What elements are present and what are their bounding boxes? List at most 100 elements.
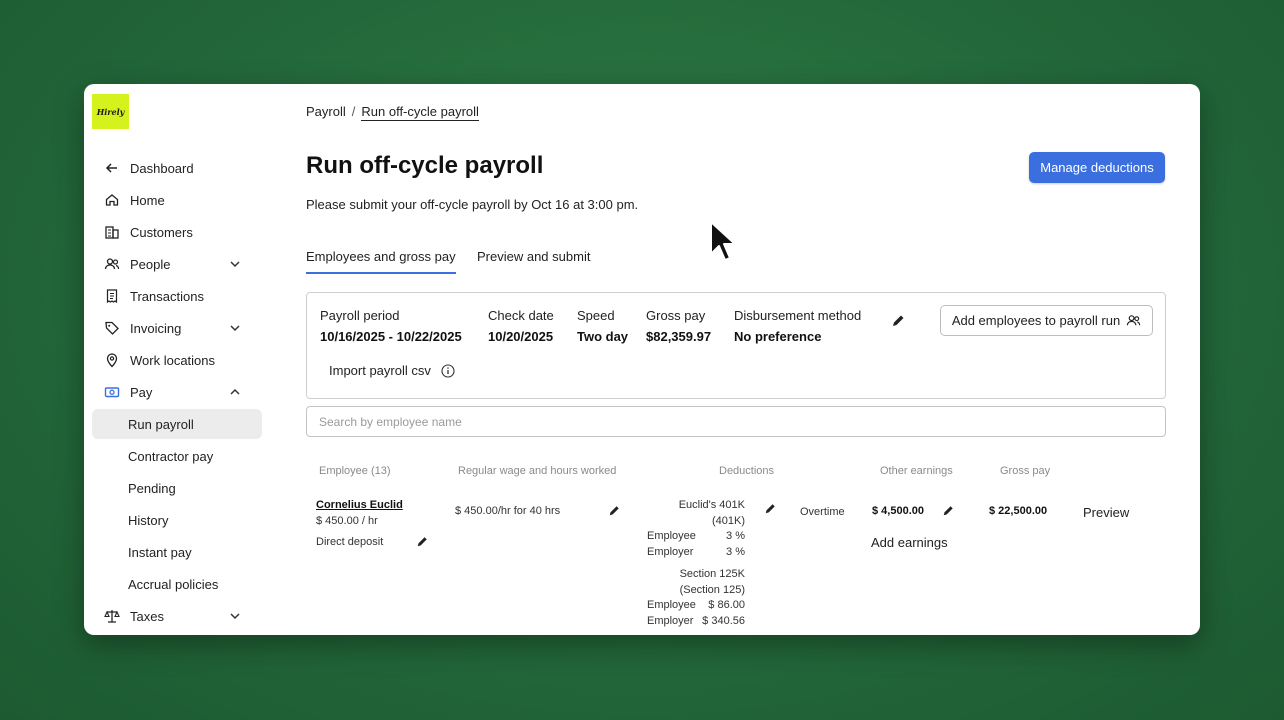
- people-icon: [102, 256, 122, 272]
- chevron-down-icon[interactable]: [228, 257, 242, 271]
- sidebar-item-label: Home: [130, 192, 165, 208]
- app-window: Hirely Dashboard Home Customers People T…: [84, 84, 1200, 635]
- deduction-type: (Section 125): [679, 584, 745, 596]
- sidebar-item-label: Pending: [128, 480, 176, 496]
- earning-amount: $ 4,500.00: [872, 505, 924, 517]
- sidebar-item-instant-pay[interactable]: Instant pay: [92, 537, 262, 567]
- people-icon: [1126, 315, 1141, 326]
- pencil-icon[interactable]: [764, 503, 776, 515]
- sidebar-item-label: Work locations: [130, 352, 216, 368]
- hirely-logo: Hirely: [92, 94, 129, 129]
- deduction-employee-value: $ 86.00: [708, 599, 745, 611]
- disbursement-value: No preference: [734, 329, 822, 344]
- check-date-value: 10/20/2025: [488, 329, 554, 344]
- deduction-employer-value: 3 %: [726, 546, 745, 558]
- sidebar-item-dashboard[interactable]: Dashboard: [92, 153, 262, 183]
- preview-button[interactable]: Preview: [1083, 505, 1129, 520]
- sidebar-item-label: Pay: [130, 384, 153, 400]
- payroll-period-field: Payroll period 10/16/2025 - 10/22/2025: [320, 308, 462, 344]
- disbursement-label: Disbursement method: [734, 308, 862, 323]
- sidebar-item-label: Instant pay: [128, 544, 192, 560]
- check-date-label: Check date: [488, 308, 554, 323]
- header-employee: Employee (13): [319, 465, 391, 477]
- sidebar-item-people[interactable]: People: [92, 249, 262, 279]
- breadcrumb-current[interactable]: Run off-cycle payroll: [361, 104, 479, 121]
- breadcrumb-payroll-link[interactable]: Payroll: [306, 104, 346, 119]
- gross-pay-field: Gross pay $82,359.97: [646, 308, 711, 344]
- sidebar-item-taxes[interactable]: Taxes: [92, 601, 262, 631]
- disbursement-field: Disbursement method No preference: [734, 308, 861, 344]
- payment-method: Direct deposit: [316, 536, 384, 548]
- deduction-title: Section 125K: [679, 568, 745, 580]
- info-icon[interactable]: [441, 363, 455, 378]
- speed-label: Speed: [577, 308, 615, 323]
- tab-preview-submit[interactable]: Preview and submit: [477, 249, 590, 272]
- sidebar-item-label: Contractor pay: [128, 448, 214, 464]
- breadcrumb-separator: /: [351, 104, 356, 119]
- deduction-employer-label: Employer: [647, 546, 694, 558]
- sidebar-item-contractor-pay[interactable]: Contractor pay: [92, 441, 262, 471]
- add-earnings-button[interactable]: Add earnings: [871, 535, 948, 550]
- sidebar-item-home[interactable]: Home: [92, 185, 262, 215]
- page-subtitle: Please submit your off-cycle payroll by …: [306, 197, 639, 212]
- payroll-period-value: 10/16/2025 - 10/22/2025: [320, 329, 462, 344]
- sidebar-item-pending[interactable]: Pending: [92, 473, 262, 503]
- arrow-left-icon: [102, 160, 122, 176]
- sidebar-item-pay[interactable]: Pay: [92, 377, 262, 407]
- gross-pay-value: $82,359.97: [646, 329, 712, 344]
- add-employees-button[interactable]: Add employees to payroll run: [940, 305, 1153, 336]
- sidebar-item-accrual-policies[interactable]: Accrual policies: [92, 569, 262, 599]
- pencil-icon[interactable]: [942, 505, 954, 517]
- tab-employees-gross-pay[interactable]: Employees and gross pay: [306, 249, 456, 274]
- sidebar-item-customers[interactable]: Customers: [92, 217, 262, 247]
- row-gross-pay: $ 22,500.00: [989, 505, 1048, 517]
- chevron-down-icon[interactable]: [228, 609, 242, 623]
- employee-name-link[interactable]: Cornelius Euclid: [316, 499, 403, 511]
- mouse-cursor-icon: [710, 221, 736, 261]
- chevron-down-icon[interactable]: [228, 321, 242, 335]
- pencil-icon[interactable]: [416, 536, 428, 548]
- pencil-icon[interactable]: [891, 314, 905, 328]
- speed-field: Speed Two day: [577, 308, 628, 344]
- sidebar-item-label: Customers: [130, 224, 193, 240]
- sidebar-item-label: Invoicing: [130, 320, 182, 336]
- import-label: Import payroll csv: [329, 363, 431, 378]
- sidebar-item-label: Accrual policies: [128, 576, 219, 592]
- sidebar-item-label: Taxes: [130, 608, 164, 624]
- gross-pay-label: Gross pay: [646, 308, 706, 323]
- sidebar-item-invoicing[interactable]: Invoicing: [92, 313, 262, 343]
- add-employees-label: Add employees to payroll run: [951, 313, 1121, 328]
- sidebar-item-label: Run payroll: [128, 416, 194, 432]
- sidebar-item-run-payroll[interactable]: Run payroll: [92, 409, 262, 439]
- header-gross-pay: Gross pay: [1000, 465, 1051, 477]
- import-payroll-csv[interactable]: Import payroll csv: [329, 363, 455, 378]
- deduction-employee-label: Employee: [647, 530, 696, 542]
- scale-icon: [102, 608, 122, 624]
- sidebar-item-transactions[interactable]: Transactions: [92, 281, 262, 311]
- pencil-icon[interactable]: [608, 505, 620, 517]
- payroll-period-label: Payroll period: [320, 308, 400, 323]
- manage-deductions-button[interactable]: Manage deductions: [1029, 152, 1165, 183]
- deduction-employee-label: Employee: [647, 599, 696, 611]
- receipt-icon: [102, 288, 122, 304]
- sidebar-item-label: History: [128, 512, 169, 528]
- breadcrumb: Payroll / Run off-cycle payroll: [306, 104, 479, 121]
- earning-type: Overtime: [800, 506, 845, 518]
- search-input[interactable]: [306, 406, 1166, 437]
- money-icon: [102, 384, 122, 400]
- header-other-earnings: Other earnings: [880, 465, 953, 477]
- employee-rate: $ 450.00 / hr: [316, 515, 378, 527]
- sidebar-item-label: People: [130, 256, 171, 272]
- deduction-type: (401K): [711, 515, 745, 527]
- sidebar: Hirely Dashboard Home Customers People T…: [84, 84, 274, 635]
- header-wage: Regular wage and hours worked: [458, 465, 617, 477]
- chevron-up-icon[interactable]: [228, 385, 242, 399]
- sidebar-item-history[interactable]: History: [92, 505, 262, 535]
- page-title: Run off-cycle payroll: [306, 152, 544, 179]
- sidebar-item-work-locations[interactable]: Work locations: [92, 345, 262, 375]
- sidebar-item-label: Transactions: [130, 288, 204, 304]
- wage-hours: $ 450.00/hr for 40 hrs: [455, 505, 561, 517]
- tag-icon: [102, 320, 122, 336]
- sidebar-item-label: Dashboard: [130, 160, 194, 176]
- header-deductions: Deductions: [719, 465, 775, 477]
